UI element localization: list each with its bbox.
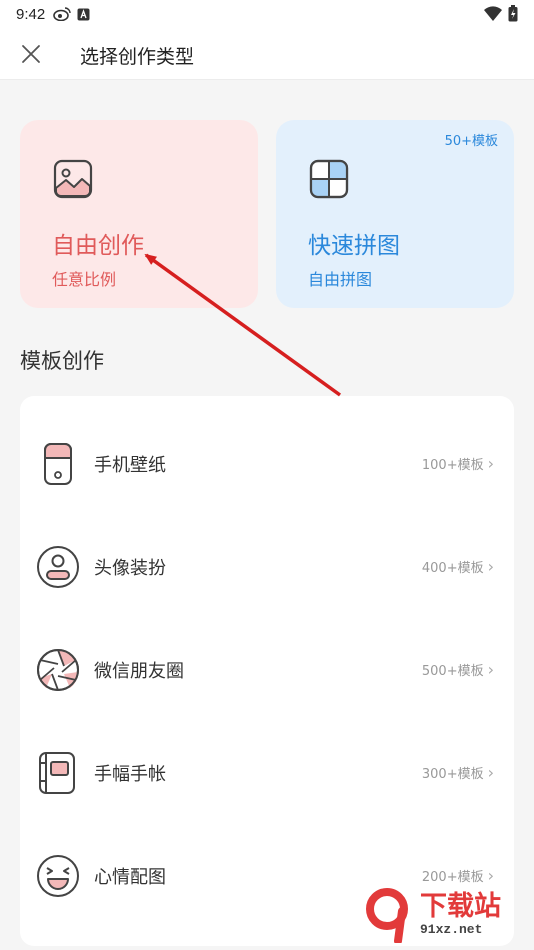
list-item-label: 头像装扮 xyxy=(94,557,166,579)
list-item-label: 心情配图 xyxy=(94,866,166,888)
aperture-icon xyxy=(37,648,79,691)
page-header: 选择创作类型 xyxy=(0,28,534,80)
smiley-icon xyxy=(37,854,79,897)
quick-collage-title: 快速拼图 xyxy=(308,233,400,259)
status-time: 9:42 xyxy=(16,5,46,23)
template-count: 500+模板 xyxy=(421,664,484,679)
list-item-banner-journal[interactable]: 手幅手帐 300+模板 › xyxy=(20,721,514,824)
list-item-label: 手幅手帐 xyxy=(94,763,166,785)
chevron-right-icon: › xyxy=(487,454,494,473)
template-list: 手机壁纸 100+模板 › 头像装扮 400+模板 › 微信朋友圈 500+模板 › xyxy=(20,396,514,946)
chevron-right-icon: › xyxy=(487,557,494,576)
phone-icon xyxy=(44,442,72,485)
wifi-icon xyxy=(484,5,502,21)
quick-collage-subtitle: 自由拼图 xyxy=(308,270,373,289)
avatar-icon xyxy=(37,545,79,588)
notebook-icon xyxy=(39,751,75,794)
free-creation-card[interactable]: 自由创作 任意比例 xyxy=(20,120,258,308)
status-bar: 9:42 xyxy=(0,0,534,28)
template-count: 100+模板 xyxy=(421,458,484,473)
template-count: 400+模板 xyxy=(421,561,484,576)
close-icon[interactable] xyxy=(20,43,42,65)
list-item-phone-wallpaper[interactable]: 手机壁纸 100+模板 › xyxy=(20,412,514,515)
chevron-right-icon: › xyxy=(487,660,494,679)
list-item-label: 微信朋友圈 xyxy=(94,660,184,682)
template-count: 200+模板 xyxy=(421,870,484,885)
collage-template-badge: 50+模板 xyxy=(444,134,498,149)
page-title: 选择创作类型 xyxy=(80,46,195,68)
image-icon xyxy=(53,159,93,199)
list-item-wechat-moments[interactable]: 微信朋友圈 500+模板 › xyxy=(20,618,514,721)
free-creation-title: 自由创作 xyxy=(52,233,144,259)
free-creation-subtitle: 任意比例 xyxy=(52,270,117,289)
template-section-title: 模板创作 xyxy=(20,349,104,373)
template-count: 300+模板 xyxy=(421,767,484,782)
battery-icon xyxy=(508,5,518,22)
watermark-title: 下载站 xyxy=(420,890,501,922)
chevron-right-icon: › xyxy=(487,866,494,885)
list-item-label: 手机壁纸 xyxy=(94,454,166,476)
site-watermark: 下载站 91xz.net xyxy=(358,884,528,944)
watermark-url: 91xz.net xyxy=(420,921,483,937)
quick-collage-card[interactable]: 50+模板 快速拼图 自由拼图 xyxy=(276,120,514,308)
list-item-avatar-decoration[interactable]: 头像装扮 400+模板 › xyxy=(20,515,514,618)
weibo-icon xyxy=(53,7,71,21)
app-notification-icon xyxy=(77,8,90,20)
collage-grid-icon xyxy=(309,159,349,199)
chevron-right-icon: › xyxy=(487,763,494,782)
site-logo-icon xyxy=(366,888,408,943)
